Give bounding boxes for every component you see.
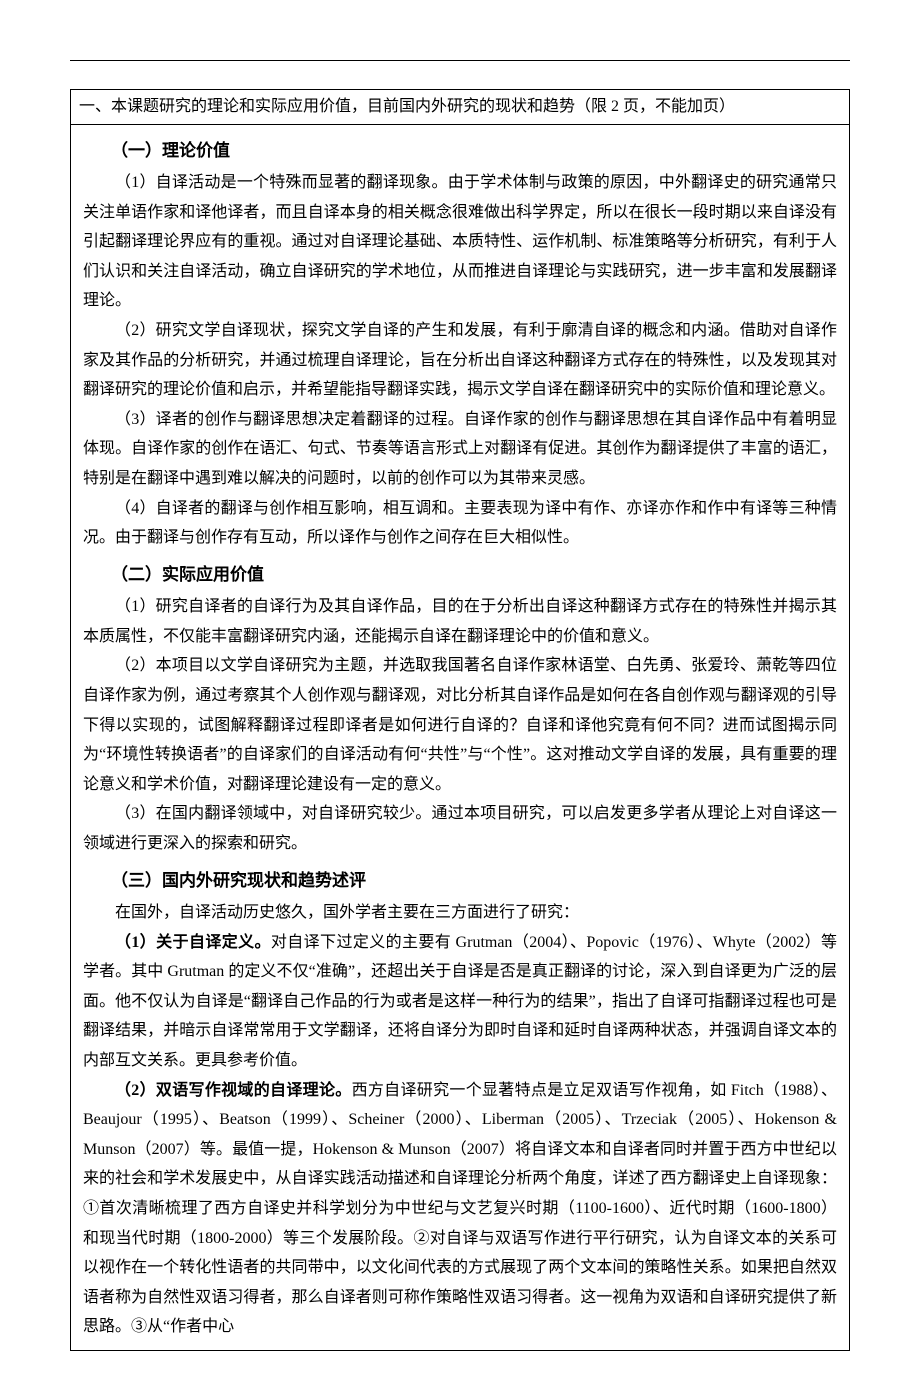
heading-2: （二）实际应用价值 [111,559,837,590]
s1-p1: （1）自译活动是一个特殊而显著的翻译现象。由于学术体制与政策的原因，中外翻译史的… [83,168,837,316]
section-title-bar: 一、本课题研究的理论和实际应用价值，目前国内外研究的现状和趋势（限 2 页，不能… [71,90,849,125]
heading-3: （三）国内外研究现状和趋势述评 [111,865,837,896]
s3-p1-lead: （1）关于自译定义。 [115,934,271,951]
heading-1: （一）理论价值 [111,135,837,166]
content-body: （一）理论价值 （1）自译活动是一个特殊而显著的翻译现象。由于学术体制与政策的原… [71,125,849,1350]
content-box: 一、本课题研究的理论和实际应用价值，目前国内外研究的现状和趋势（限 2 页，不能… [70,89,850,1351]
section-title-text: 一、本课题研究的理论和实际应用价值，目前国内外研究的现状和趋势（限 2 页，不能… [79,98,735,115]
s1-p3: （3）译者的创作与翻译思想决定着翻译的过程。自译作家的创作与翻译思想在其自译作品… [83,405,837,494]
s3-p1: （1）关于自译定义。对自译下过定义的主要有 Grutman（2004）、Popo… [83,928,837,1076]
s2-p2: （2）本项目以文学自译研究为主题，并选取我国著名自译作家林语堂、白先勇、张爱玲、… [83,651,837,799]
s1-p2: （2）研究文学自译现状，探究文学自译的产生和发展，有利于廓清自译的概念和内涵。借… [83,316,837,405]
s2-p1: （1）研究自译者的自译行为及其自译作品，目的在于分析出自译这种翻译方式存在的特殊… [83,592,837,651]
top-divider [70,60,850,61]
s3-intro: 在国外，自译活动历史悠久，国外学者主要在三方面进行了研究： [83,898,837,928]
s2-p3: （3）在国内翻译领域中，对自译研究较少。通过本项目研究，可以启发更多学者从理论上… [83,799,837,858]
document-page: 一、本课题研究的理论和实际应用价值，目前国内外研究的现状和趋势（限 2 页，不能… [70,0,850,1391]
s3-p1-rest: 对自译下过定义的主要有 Grutman（2004）、Popovic（1976）、… [83,934,837,1069]
s1-p4: （4）自译者的翻译与创作相互影响，相互调和。主要表现为译中有作、亦译亦作和作中有… [83,494,837,553]
s3-p2-lead: （2）双语写作视域的自译理论。 [115,1082,352,1099]
s3-p2-rest: 西方自译研究一个显著特点是立足双语写作视角，如 Fitch（1988）、Beau… [83,1082,837,1336]
